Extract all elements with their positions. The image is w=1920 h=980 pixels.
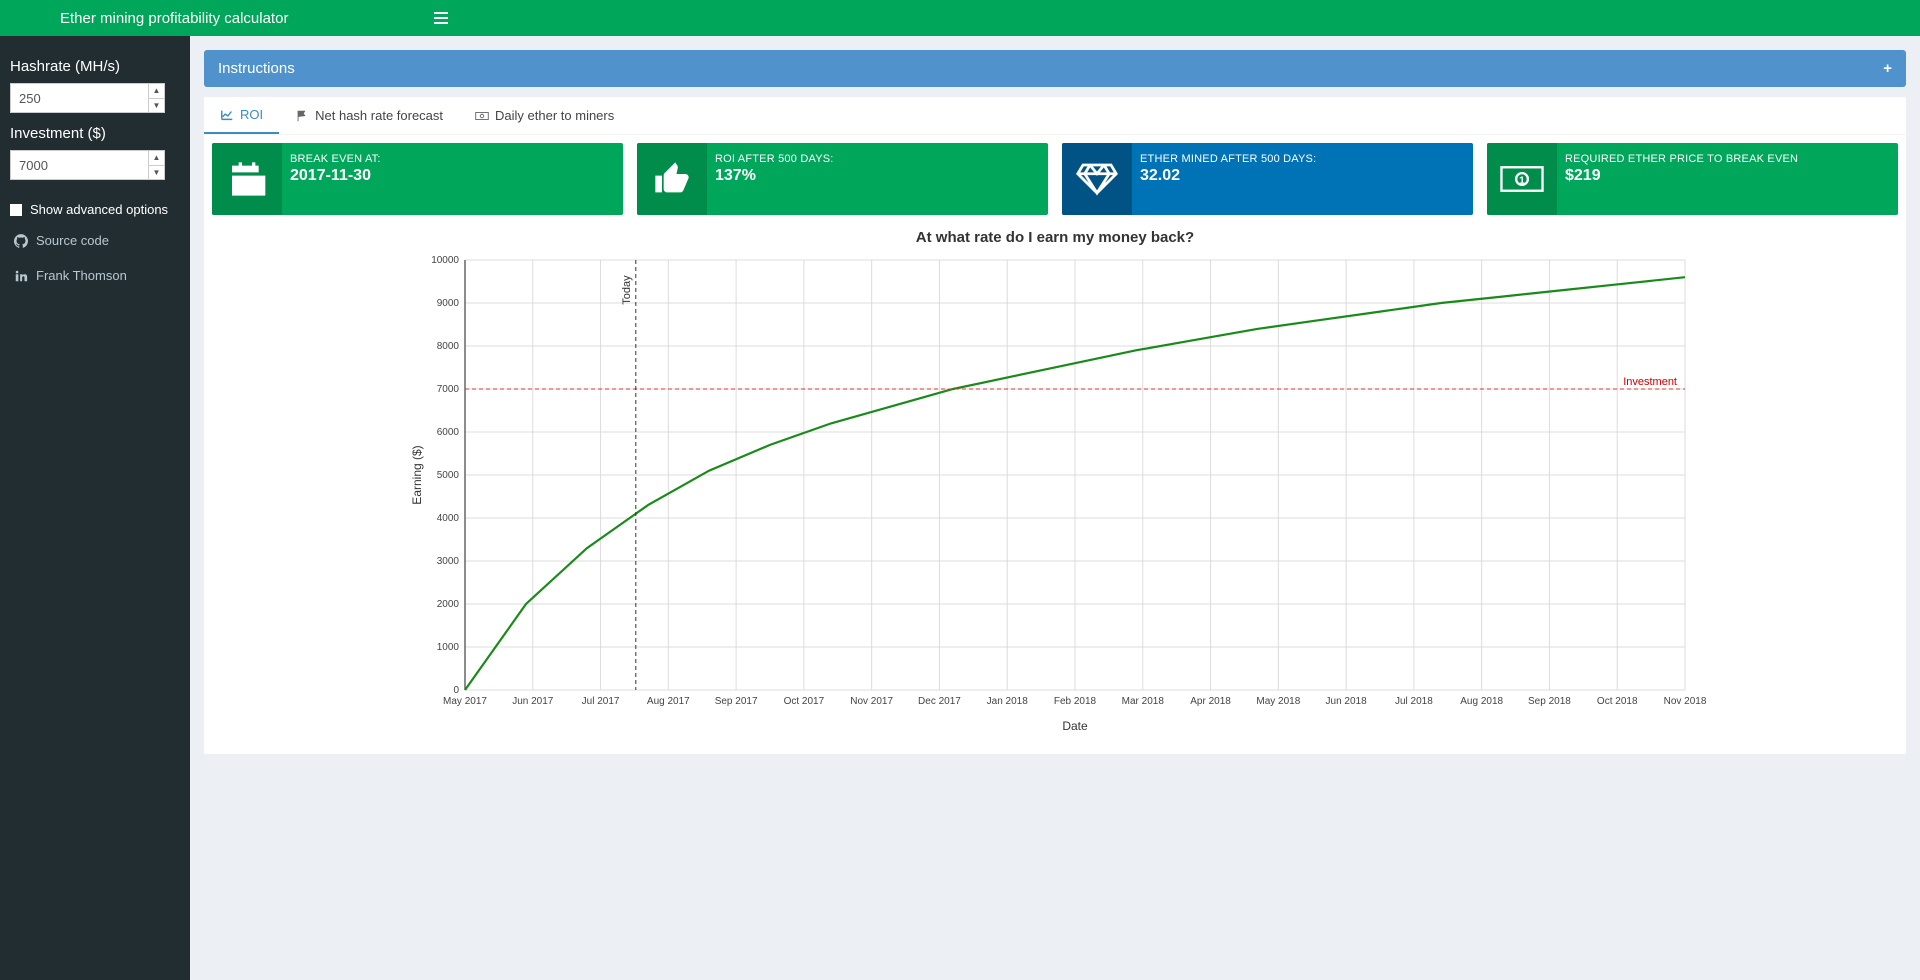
stat-value: 2017-11-30 xyxy=(290,167,615,185)
sidebar-link-label: Frank Thomson xyxy=(36,268,127,283)
sidebar-link-source[interactable]: Source code xyxy=(10,223,180,258)
svg-text:Earning ($): Earning ($) xyxy=(410,445,424,504)
stat-label: ROI AFTER 500 DAYS: xyxy=(715,153,1040,165)
thumbs-up-icon xyxy=(652,159,692,199)
svg-text:Jun 2018: Jun 2018 xyxy=(1326,696,1368,707)
stat-value: $219 xyxy=(1565,167,1890,185)
roi-chart: 0 1000 2000 3000 4000 5000 6000 7000 8000 9000 100… xyxy=(212,250,1898,740)
chart-title: At what rate do I earn my money back? xyxy=(212,229,1898,246)
chart-container: At what rate do I earn my money back? 0 1… xyxy=(204,215,1906,754)
linkedin-icon xyxy=(14,269,28,283)
advanced-options-checkbox[interactable]: Show advanced options xyxy=(10,202,180,217)
svg-text:1000: 1000 xyxy=(437,642,460,653)
chevron-up-icon[interactable]: ▲ xyxy=(149,151,164,166)
svg-text:Oct 2018: Oct 2018 xyxy=(1597,696,1638,707)
content: Instructions + ROI Net hash rate forecas… xyxy=(190,36,1920,980)
plus-icon[interactable]: + xyxy=(1883,60,1892,77)
svg-text:Jun 2017: Jun 2017 xyxy=(512,696,554,707)
investment-stepper[interactable]: ▲▼ xyxy=(148,151,164,179)
chart-line-icon xyxy=(220,108,234,122)
investment-label: Investment ($) xyxy=(10,125,180,142)
stat-req-price: 1 REQUIRED ETHER PRICE TO BREAK EVEN $219 xyxy=(1487,143,1898,215)
instructions-title: Instructions xyxy=(218,60,295,77)
chevron-down-icon[interactable]: ▼ xyxy=(149,166,164,180)
stat-roi: ROI AFTER 500 DAYS: 137% xyxy=(637,143,1048,215)
svg-text:Oct 2017: Oct 2017 xyxy=(784,696,825,707)
tab-label: ROI xyxy=(240,107,263,122)
flag-icon xyxy=(295,109,309,123)
svg-text:Jul 2018: Jul 2018 xyxy=(1395,696,1433,707)
stat-value: 137% xyxy=(715,167,1040,185)
stat-label: BREAK EVEN AT: xyxy=(290,153,615,165)
svg-text:Apr 2018: Apr 2018 xyxy=(1190,696,1231,707)
svg-text:2000: 2000 xyxy=(437,599,460,610)
sidebar-toggle[interactable] xyxy=(420,12,462,24)
sidebar-link-author[interactable]: Frank Thomson xyxy=(10,258,180,293)
svg-text:5000: 5000 xyxy=(437,470,460,481)
tab-label: Daily ether to miners xyxy=(495,108,614,123)
tabs: ROI Net hash rate forecast Daily ether t… xyxy=(204,97,1906,135)
svg-text:4000: 4000 xyxy=(437,513,460,524)
svg-text:Date: Date xyxy=(1062,719,1088,733)
sidebar: Hashrate (MH/s) ▲▼ Investment ($) ▲▼ Sho… xyxy=(0,36,190,980)
stat-ether-mined: ETHER MINED AFTER 500 DAYS: 32.02 xyxy=(1062,143,1473,215)
svg-text:Sep 2018: Sep 2018 xyxy=(1528,696,1571,707)
svg-text:Aug 2017: Aug 2017 xyxy=(647,696,690,707)
tab-daily-ether[interactable]: Daily ether to miners xyxy=(459,97,630,134)
hashrate-input[interactable] xyxy=(10,83,165,113)
stat-break-even: BREAK EVEN AT: 2017-11-30 xyxy=(212,143,623,215)
svg-text:Nov 2017: Nov 2017 xyxy=(850,696,893,707)
stat-value: 32.02 xyxy=(1140,167,1465,185)
svg-text:May 2017: May 2017 xyxy=(443,696,487,707)
tab-roi[interactable]: ROI xyxy=(204,97,279,134)
svg-text:6000: 6000 xyxy=(437,427,460,438)
svg-text:Jan 2018: Jan 2018 xyxy=(987,696,1029,707)
advanced-options-label: Show advanced options xyxy=(30,202,168,217)
svg-text:Jul 2017: Jul 2017 xyxy=(582,696,620,707)
instructions-panel[interactable]: Instructions + xyxy=(204,50,1906,87)
hashrate-label: Hashrate (MH/s) xyxy=(10,58,180,75)
svg-text:Today: Today xyxy=(621,275,633,305)
tab-hashrate[interactable]: Net hash rate forecast xyxy=(279,97,459,134)
checkbox-box-icon xyxy=(10,204,22,216)
chevron-up-icon[interactable]: ▲ xyxy=(149,84,164,99)
calendar-icon xyxy=(227,159,267,199)
svg-text:Aug 2018: Aug 2018 xyxy=(1460,696,1503,707)
svg-text:May 2018: May 2018 xyxy=(1256,696,1300,707)
svg-text:Feb 2018: Feb 2018 xyxy=(1054,696,1097,707)
stat-label: REQUIRED ETHER PRICE TO BREAK EVEN xyxy=(1565,153,1890,165)
svg-text:Dec 2017: Dec 2017 xyxy=(918,696,961,707)
svg-text:Sep 2017: Sep 2017 xyxy=(715,696,758,707)
hashrate-stepper[interactable]: ▲▼ xyxy=(148,84,164,112)
svg-text:10000: 10000 xyxy=(431,255,459,266)
svg-text:Mar 2018: Mar 2018 xyxy=(1122,696,1165,707)
diamond-icon xyxy=(1076,158,1118,200)
investment-input[interactable] xyxy=(10,150,165,180)
money-icon: 1 xyxy=(1500,164,1544,194)
sidebar-link-label: Source code xyxy=(36,233,109,248)
svg-text:Investment: Investment xyxy=(1623,376,1677,388)
chevron-down-icon[interactable]: ▼ xyxy=(149,99,164,113)
app-header: Ether mining profitability calculator xyxy=(0,0,1920,36)
svg-text:8000: 8000 xyxy=(437,341,460,352)
hamburger-icon xyxy=(434,12,448,24)
github-icon xyxy=(14,234,28,248)
svg-text:9000: 9000 xyxy=(437,298,460,309)
main-card: ROI Net hash rate forecast Daily ether t… xyxy=(204,97,1906,754)
svg-text:Nov 2018: Nov 2018 xyxy=(1664,696,1707,707)
svg-text:0: 0 xyxy=(453,685,459,696)
tab-label: Net hash rate forecast xyxy=(315,108,443,123)
svg-text:1: 1 xyxy=(1519,175,1525,186)
money-icon xyxy=(475,109,489,123)
stat-label: ETHER MINED AFTER 500 DAYS: xyxy=(1140,153,1465,165)
app-title: Ether mining profitability calculator xyxy=(0,10,420,27)
svg-text:3000: 3000 xyxy=(437,556,460,567)
svg-text:7000: 7000 xyxy=(437,384,460,395)
stat-row: BREAK EVEN AT: 2017-11-30 ROI AFTER 500 D… xyxy=(204,135,1906,215)
